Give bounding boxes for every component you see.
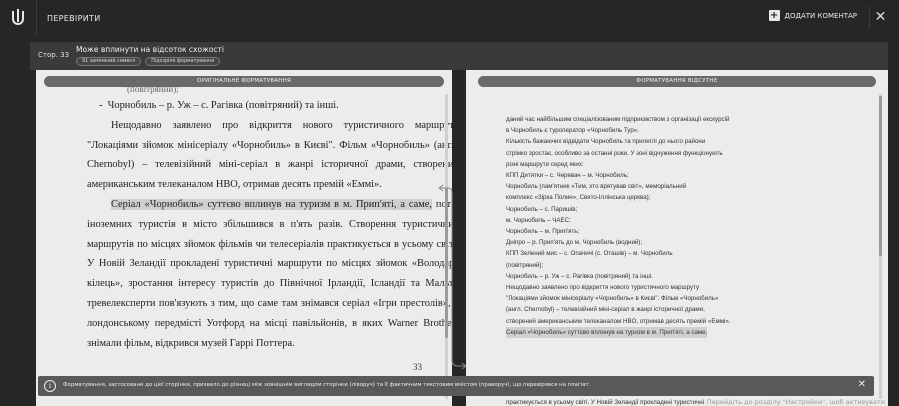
similarity-warning-title: Може вплинути на відсоток схожості	[76, 45, 225, 54]
bullet-text: Чорнобиль – р. Уж – с. Рагівка (повітрян…	[107, 100, 339, 111]
text-line: створений американським телеканалом HBO,…	[506, 317, 731, 325]
top-bar: ПЕРЕВІРИТИ + ДОДАТИ КОМЕНТАР ✕	[0, 0, 899, 36]
unicheck-logo-icon[interactable]	[0, 0, 36, 36]
text-line: Чорнобиль – с. Паришів;	[506, 205, 578, 213]
divider	[36, 0, 37, 36]
paragraph: Нещодавно заявлено про відкриття нового …	[87, 119, 452, 191]
text-line: різні маршрути серед яких:	[506, 160, 584, 168]
original-formatting-header: ОРИГІНАЛЬНЕ ФОРМАТУВАННЯ	[44, 76, 444, 87]
chip-list: 91 замінений символ Підозріле форматуван…	[76, 57, 221, 66]
text-line: (повітряний);	[506, 261, 544, 269]
suspicious-formatting-chip[interactable]: Підозріле форматування	[145, 57, 221, 66]
plus-icon: +	[768, 10, 780, 21]
no-formatting-panel[interactable]: ФОРМАТУВАННЯ ВІДСУТНЄ даний час найбільш…	[466, 70, 888, 406]
info-icon: i	[44, 380, 56, 392]
highlighted-text: Серіал «Чорнобиль» суттєво вплинув на ту…	[111, 198, 433, 210]
text-line: Чорнобиль – р. Уж – с. Рагівка (повітрян…	[506, 272, 653, 280]
text-line: практикується в усьому світі. У Новій Зе…	[506, 399, 704, 406]
notice-text: Форматування, застосоване до цієї сторін…	[63, 382, 591, 388]
text-line: даний час найбільшим спеціалізованим під…	[506, 116, 730, 123]
original-formatting-panel[interactable]: ОРИГІНАЛЬНЕ ФОРМАТУВАННЯ (повітряний); -…	[36, 70, 452, 406]
text-line: Кількість бажаючих відвідати Чорнобиль т…	[506, 138, 706, 146]
highlighted-text: Серіал «Чорнобиль» суттєво вплинув на ту…	[506, 326, 708, 339]
paragraph-highlighted: Серіал «Чорнобиль» суттєво вплинув на ту…	[87, 195, 452, 353]
notice-close-button[interactable]: ✕	[858, 379, 866, 390]
extracted-text: даний час найбільшим спеціалізованим під…	[506, 114, 836, 339]
text-line: в Чорнобиль є туроператор «Чорнобиль Тур…	[506, 127, 639, 135]
text-line: м. Чорнобиль – ЧАЕС;	[506, 216, 571, 224]
text-line: КПП Дитятки – с. Черевач – м. Чорнобиль;	[506, 172, 629, 180]
match-connector-icon	[438, 184, 466, 370]
text-line: Дніпро – р. Прип'ять до м. Чорнобиль (во…	[506, 239, 643, 247]
text-line: стрімко зростає, особливо за останні рок…	[506, 149, 723, 157]
app-title: ПЕРЕВІРИТИ	[47, 13, 101, 23]
replaced-characters-chip[interactable]: 91 замінений символ	[76, 57, 142, 66]
add-comment-label: ДОДАТИ КОМЕНТАР	[784, 11, 857, 20]
text-line: Чорнобиль – м. Прип'ять;	[506, 228, 580, 236]
paragraph-rest: потік іноземних туристів в місто збільши…	[87, 198, 452, 349]
cut-line: (повітряний);	[127, 84, 179, 94]
add-comment-button[interactable]: + ДОДАТИ КОМЕНТАР	[768, 10, 857, 21]
windows-activation-watermark: Перейдіть до розділу "Настройки", щоб ак…	[706, 398, 885, 406]
text-line: Чорнобиль (пам'ятник «Тим, хто врятував …	[506, 183, 687, 191]
formatting-notice: i Форматування, застосоване до цієї стор…	[38, 376, 874, 396]
text-line: Нещодавно заявлено про відкриття нового …	[506, 284, 700, 292]
right-scrollbar-thumb[interactable]	[879, 96, 882, 256]
page-label: Стор. 33	[38, 51, 70, 59]
text-line: "Локаціями зйомок мінісеріалу «Чорнобиль…	[506, 295, 719, 303]
original-document-text: (повітряний); - Чорнобиль – р. Уж – с. Р…	[87, 84, 452, 353]
page-number: 33	[413, 362, 422, 372]
text-line: (англ. Chernobyl) – телевізійний міні-се…	[506, 306, 705, 314]
info-bar: Стор. 33 Може вплинути на відсоток схожо…	[30, 42, 888, 70]
close-button[interactable]: ✕	[869, 6, 891, 28]
no-formatting-header: ФОРМАТУВАННЯ ВІДСУТНЄ	[478, 76, 876, 87]
text-line: КПП Зелений мис – с. Опачичі (с. Оташів)…	[506, 250, 673, 258]
text-line: комплекс «Зірка Полин», Свято-Іллінська …	[506, 194, 651, 202]
